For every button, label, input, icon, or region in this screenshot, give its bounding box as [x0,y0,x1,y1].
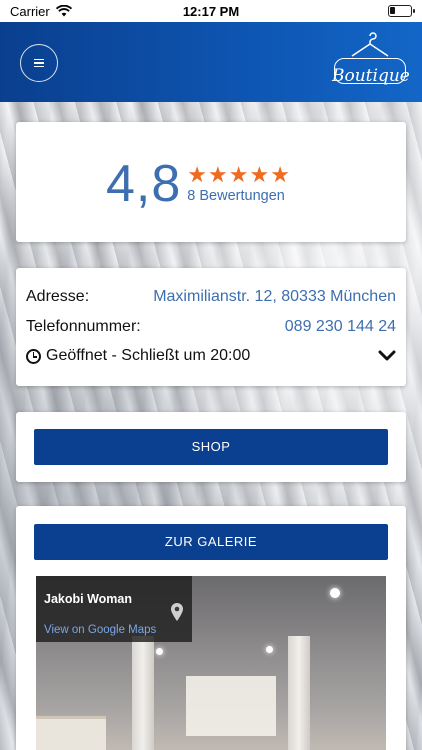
rating-value: 4,8 [106,155,182,213]
store-pillar [288,636,310,750]
hamburger-line [34,66,44,68]
menu-button[interactable] [20,44,58,82]
review-count-link[interactable]: 8 Bewertungen [187,188,290,204]
star-icon: ★ [208,162,228,187]
status-bar: Carrier 12:17 PM [0,0,422,22]
opening-hours: Geöffnet - Schließt um 20:00 [26,347,250,365]
shop-button[interactable]: SHOP [34,429,388,465]
ceiling-light [330,588,340,598]
info-card: Adresse: Maximilianstr. 12, 80333 Münche… [16,268,406,386]
opening-hours-row[interactable]: Geöffnet - Schließt um 20:00 [26,347,396,365]
hamburger-line [34,62,44,64]
google-maps-link[interactable]: View on Google Maps [44,624,156,636]
boutique-logo: Boutique [332,32,410,90]
address-link[interactable]: Maximilianstr. 12, 80333 München [153,288,396,306]
app-header: Boutique [0,22,422,102]
shop-card: SHOP [16,412,406,482]
chevron-down-icon[interactable] [378,350,396,362]
battery-icon [388,5,415,17]
status-time: 12:17 PM [182,3,240,19]
store-pillar [132,636,154,750]
gallery-card: ZUR GALERIE Jakobi Woman View on Google … [16,506,406,750]
store-shelf [36,716,106,750]
star-icon: ★ [228,162,249,187]
rating-card: 4,8 ★ ★ ★ ★ ★ 8 Bewertungen [16,122,406,242]
address-row: Adresse: Maximilianstr. 12, 80333 Münche… [26,288,396,306]
street-view-image[interactable]: Jakobi Woman View on Google Maps [36,576,386,750]
map-info-overlay: Jakobi Woman View on Google Maps [36,576,192,642]
phone-label: Telefonnummer: [26,318,141,335]
star-icon: ★ [249,162,270,187]
wifi-icon [55,5,72,17]
opening-hours-text: Geöffnet - Schließt um 20:00 [46,347,251,364]
hamburger-menu-icon [34,58,44,60]
logo-text: Boutique [332,66,410,86]
address-label: Adresse: [26,288,90,305]
clock-icon [26,348,41,364]
battery-level [390,7,395,14]
status-left: Carrier [10,4,72,19]
phone-link[interactable]: 089 230 144 24 [285,318,396,336]
gallery-button[interactable]: ZUR GALERIE [34,524,388,560]
star-rating: ★ ★ ★ ★ ★ [187,164,290,186]
carrier-label: Carrier [10,3,50,19]
rating-details: ★ ★ ★ ★ ★ 8 Bewertungen [187,164,290,205]
ceiling-light [266,646,273,653]
ceiling-light [156,648,163,655]
map-pin-icon [171,603,183,621]
star-icon: ★ [270,162,290,187]
store-name: Jakobi Woman [44,592,132,606]
star-icon: ★ [187,162,208,187]
store-window [186,676,276,736]
phone-row: Telefonnummer: 089 230 144 24 [26,318,396,336]
rating-summary: 4,8 ★ ★ ★ ★ ★ 8 Bewertungen [106,158,290,210]
